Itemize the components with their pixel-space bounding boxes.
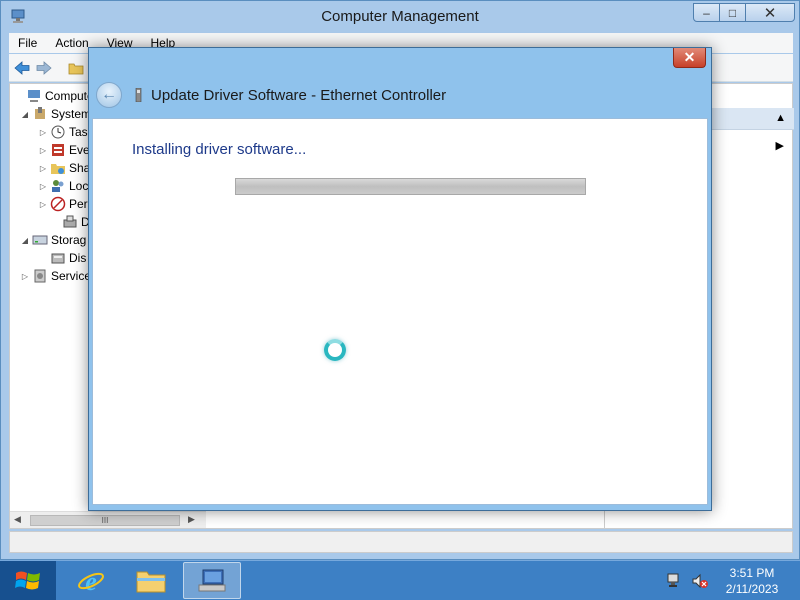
back-button[interactable]: ←	[96, 82, 122, 108]
internet-explorer-icon: e	[78, 567, 104, 596]
taskbar-computer-management[interactable]	[183, 562, 241, 599]
taskbar-internet-explorer[interactable]: e	[62, 562, 120, 599]
shared-folders-icon	[51, 164, 65, 174]
busy-spinner-icon	[324, 339, 346, 361]
network-tray-icon[interactable]	[666, 572, 684, 590]
scroll-left-icon[interactable]: ◀	[14, 514, 21, 525]
tree-item-label: Tas	[69, 125, 88, 139]
taskbar: e 3:51 PM 2/11/2023	[0, 560, 800, 600]
clock-date: 2/11/2023	[725, 582, 779, 596]
back-arrow-icon[interactable]	[13, 59, 31, 77]
status-bar	[9, 531, 793, 553]
dialog-title: Update Driver Software - Ethernet Contro…	[151, 87, 447, 104]
storage-icon	[32, 235, 48, 245]
install-progress-bar	[235, 178, 586, 195]
maximize-button[interactable]: □	[719, 3, 746, 22]
services-icon	[34, 269, 46, 283]
collapse-up-icon[interactable]: ▲	[775, 112, 786, 124]
task-scheduler-icon	[51, 125, 65, 139]
expander[interactable]: ◢	[20, 110, 30, 119]
tree-horizontal-scrollbar[interactable]: ◀ III ▶	[10, 511, 206, 528]
computer-management-icon	[198, 569, 226, 591]
tree-item-event-viewer[interactable]: ▷ Eve	[38, 141, 90, 159]
tree-item-task-scheduler[interactable]: ▷ Tas	[38, 123, 88, 141]
install-status-text: Installing driver software...	[132, 141, 307, 158]
expander[interactable]: ▷	[38, 128, 48, 137]
dialog-close-button[interactable]: ✕	[673, 48, 706, 68]
minimize-button[interactable]: –	[693, 3, 720, 22]
tree-item-disk-management[interactable]: Dis	[38, 249, 86, 267]
close-button[interactable]: ✕	[745, 3, 795, 22]
expander[interactable]: ▷	[38, 200, 48, 209]
expander[interactable]: ▷	[38, 146, 48, 155]
window-title: Computer Management	[321, 8, 479, 25]
dialog-body: Installing driver software...	[92, 118, 708, 505]
network-adapter-icon	[135, 88, 142, 102]
up-folder-icon[interactable]	[67, 59, 85, 77]
scrollbar-thumb[interactable]: III	[30, 515, 180, 526]
update-driver-dialog: ✕ ← Update Driver Software - Ethernet Co…	[88, 47, 712, 511]
tree-item-system[interactable]: ◢ System	[20, 105, 91, 123]
event-viewer-icon	[52, 144, 64, 156]
taskbar-clock[interactable]: 3:51 PM 2/11/2023	[712, 565, 792, 597]
clock-time: 3:51 PM	[729, 566, 775, 580]
tree-item-label: Dis	[69, 251, 87, 265]
performance-icon	[50, 196, 66, 212]
tree-item-local-users[interactable]: ▷ Loc	[38, 177, 88, 195]
title-bar[interactable]: Computer Management – □ ✕	[1, 1, 799, 32]
expander[interactable]: ▷	[38, 182, 48, 191]
more-actions-icon[interactable]: ▶	[776, 139, 784, 152]
tree-item-label: Loc	[69, 179, 89, 193]
file-explorer-icon	[136, 571, 166, 592]
expander[interactable]: ◢	[20, 236, 30, 245]
tree-item-label: System	[51, 107, 92, 121]
disk-management-icon	[51, 253, 65, 264]
svg-text:e: e	[85, 567, 97, 596]
system-tools-icon	[35, 107, 45, 119]
tree-item-label: Per	[69, 197, 88, 211]
tree-item-shared-folders[interactable]: ▷ Sha	[38, 159, 90, 177]
tree-item-services[interactable]: ▷ Service	[20, 267, 91, 285]
scroll-right-icon[interactable]: ▶	[188, 514, 195, 525]
taskbar-file-explorer[interactable]	[122, 562, 180, 599]
tree-item-label: Eve	[69, 143, 90, 157]
tree-item-label: Service	[51, 269, 92, 283]
menu-file[interactable]: File	[9, 36, 46, 50]
tree-item-computer[interactable]: Computer	[14, 87, 98, 105]
tree-item-label: Storag	[51, 233, 87, 247]
forward-arrow-icon[interactable]	[35, 59, 53, 77]
progress-fill	[236, 179, 585, 194]
volume-muted-icon[interactable]	[691, 572, 709, 590]
expander[interactable]: ▷	[38, 164, 48, 173]
device-manager-icon	[63, 215, 77, 228]
dialog-header: ← Update Driver Software - Ethernet Cont…	[89, 72, 711, 116]
windows-logo-icon	[15, 571, 40, 590]
start-button[interactable]	[0, 561, 56, 600]
expander[interactable]: ▷	[20, 272, 30, 281]
computer-management-icon	[28, 90, 40, 102]
local-users-icon	[52, 180, 64, 192]
tree-item-storage[interactable]: ◢ Storag	[20, 231, 86, 249]
tree-item-performance[interactable]: ▷ Per	[38, 195, 88, 213]
